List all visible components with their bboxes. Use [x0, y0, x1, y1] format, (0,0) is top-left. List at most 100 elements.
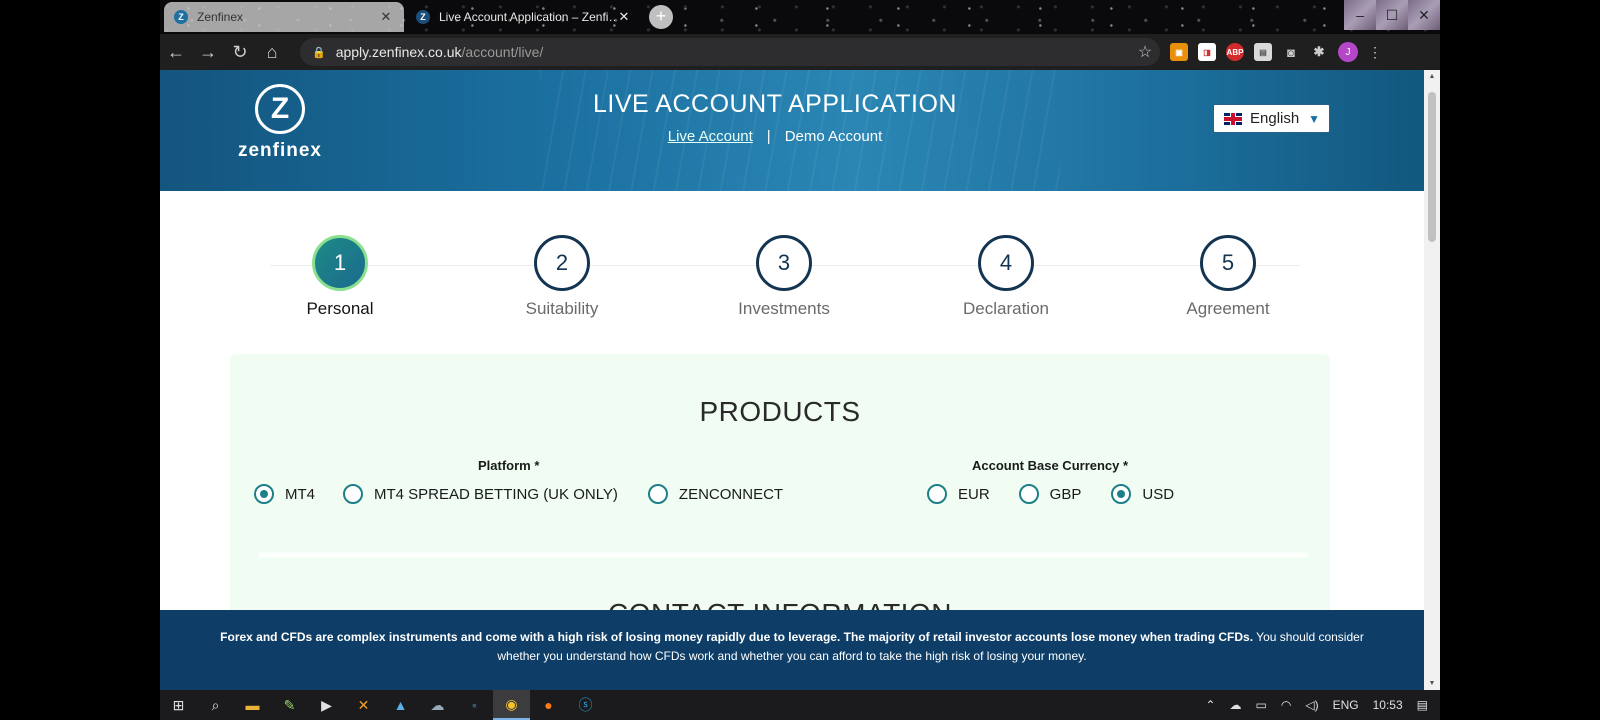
step-label: Agreement — [1186, 299, 1270, 318]
step-suitability[interactable]: 2 Suitability — [452, 235, 672, 319]
step-label: Suitability — [525, 299, 599, 318]
currency-option-eur[interactable]: EUR — [927, 484, 990, 504]
chrome-icon[interactable]: ◉ — [493, 690, 530, 720]
maximize-icon[interactable]: ☐ — [1376, 0, 1408, 30]
step-declaration[interactable]: 4 Declaration — [896, 235, 1116, 319]
profile-avatar[interactable]: J — [1338, 42, 1358, 62]
camera-extension-icon[interactable]: ◙ — [1282, 43, 1300, 61]
onedrive-icon[interactable]: ☁ — [1230, 698, 1242, 712]
system-tray: ⌃ ☁ ▭ ◠ ◁) ENG 10:53 ▤ — [1205, 698, 1440, 712]
lock-icon: 🔒 — [312, 46, 326, 59]
notifications-icon[interactable]: ▤ — [1417, 698, 1428, 712]
radio-label: MT4 SPREAD BETTING (UK ONLY) — [374, 485, 618, 503]
close-window-icon[interactable]: ✕ — [1408, 0, 1440, 30]
wifi-icon[interactable]: ◠ — [1281, 698, 1291, 712]
browser-tab-bar: Z Zenfinex ✕ Z Live Account Application … — [160, 0, 1440, 34]
tab-title: Live Account Application – Zenfi… — [439, 10, 616, 24]
uk-flag-icon — [1224, 112, 1242, 125]
input-language[interactable]: ENG — [1333, 698, 1359, 712]
radio-selected-icon[interactable] — [1111, 484, 1132, 504]
browser-menu-icon[interactable]: ⋮ — [1368, 44, 1382, 61]
platform-option-mt4[interactable]: MT4 — [254, 484, 315, 504]
windows-start-icon[interactable]: ⊞ — [160, 690, 197, 720]
radio-unselected-icon[interactable] — [1018, 484, 1039, 504]
step-agreement[interactable]: 5 Agreement — [1118, 235, 1338, 319]
page-scrollbar[interactable]: ▲ ▼ — [1424, 70, 1440, 690]
file-explorer-icon[interactable]: ▬ — [234, 690, 271, 720]
scroll-up-icon[interactable]: ▲ — [1424, 73, 1440, 80]
zenfinex-favicon-icon: Z — [174, 10, 188, 24]
back-icon[interactable]: ← — [160, 42, 192, 63]
firefox-icon[interactable]: ● — [530, 690, 567, 720]
live-account-link[interactable]: Live Account — [668, 128, 753, 145]
close-tab-icon[interactable]: ✕ — [378, 9, 394, 25]
demo-account-link[interactable]: Demo Account — [785, 128, 883, 145]
app-icon-generic[interactable]: ▪ — [456, 690, 493, 720]
minimize-icon[interactable]: – — [1344, 0, 1376, 30]
currency-option-gbp[interactable]: GBP — [1018, 484, 1082, 504]
radio-label: GBP — [1049, 485, 1082, 503]
step-number: 2 — [534, 235, 590, 291]
step-label: Investments — [738, 299, 830, 318]
clock-time[interactable]: 10:53 — [1373, 698, 1403, 712]
platform-option-zenconnect[interactable]: ZENCONNECT — [647, 484, 784, 504]
tray-chevron-up-icon[interactable]: ⌃ — [1205, 698, 1215, 712]
platform-label: Platform * — [478, 458, 540, 473]
forward-icon[interactable]: → — [192, 42, 224, 63]
tab-title: Zenfinex — [197, 10, 244, 24]
tab-live-account-application[interactable]: Z Live Account Application – Zenfi… ✕ — [406, 2, 642, 32]
url-text: apply.zenfinex.co.uk/account/live/ — [335, 44, 544, 60]
shopping-extension-icon[interactable]: ▣ — [1170, 43, 1188, 61]
currency-option-usd[interactable]: USD — [1111, 484, 1174, 504]
puzzle-extensions-icon[interactable]: ✱ — [1310, 43, 1328, 61]
new-tab-button[interactable]: + — [649, 5, 673, 29]
scrollbar-thumb[interactable] — [1428, 92, 1436, 242]
generic-extension-icon[interactable]: ▤ — [1254, 43, 1272, 61]
reload-icon[interactable]: ↻ — [224, 42, 256, 63]
radio-unselected-icon[interactable] — [647, 484, 668, 504]
radio-selected-icon[interactable] — [254, 484, 274, 504]
app-icon-cloud[interactable]: ☁ — [419, 690, 456, 720]
battery-icon[interactable]: ▭ — [1256, 698, 1267, 712]
platform-option-mt4-spread-betting[interactable]: MT4 SPREAD BETTING (UK ONLY) — [343, 484, 618, 504]
search-icon[interactable]: ⌕ — [197, 690, 234, 720]
skype-icon[interactable]: ⓢ — [567, 690, 604, 720]
chevron-down-icon: ▼ — [1308, 111, 1320, 126]
home-icon[interactable]: ⌂ — [256, 42, 288, 63]
zenfinex-favicon-icon: Z — [416, 10, 430, 24]
address-bar[interactable]: 🔒 apply.zenfinex.co.uk/account/live/ ☆ — [300, 38, 1160, 66]
step-number: 5 — [1200, 235, 1256, 291]
radio-unselected-icon[interactable] — [927, 484, 947, 504]
app-icon-paint[interactable]: ✎ — [271, 690, 308, 720]
app-icon-tools[interactable]: ✕ — [345, 690, 382, 720]
step-label: Personal — [306, 299, 374, 318]
browser-toolbar: ← → ↻ ⌂ 🔒 apply.zenfinex.co.uk/account/l… — [160, 34, 1440, 70]
scroll-down-icon[interactable]: ▼ — [1424, 680, 1440, 687]
logo-wordmark: zenfinex — [237, 140, 323, 161]
bookmark-star-icon[interactable]: ☆ — [1130, 42, 1160, 62]
close-tab-icon[interactable]: ✕ — [616, 9, 632, 25]
window-controls: – ☐ ✕ — [1344, 0, 1440, 30]
language-value: English — [1250, 110, 1300, 127]
radio-label: ZENCONNECT — [678, 485, 784, 503]
screen: Z Zenfinex ✕ Z Live Account Application … — [160, 0, 1440, 720]
extensions-area: ▣ ◨ ABP ▤ ◙ ✱ J ⋮ — [1170, 42, 1382, 62]
step-investments[interactable]: 3 Investments — [674, 235, 894, 319]
zenfinex-logo[interactable]: Z zenfinex — [230, 84, 330, 162]
app-icon-trading[interactable]: ▲ — [382, 690, 419, 720]
currency-label: Account Base Currency * — [972, 458, 1129, 473]
tab-zenfinex[interactable]: Z Zenfinex ✕ — [164, 2, 404, 32]
radio-unselected-icon[interactable] — [343, 484, 363, 504]
radio-label: MT4 — [285, 485, 315, 503]
app-icon-media[interactable]: ▶ — [308, 690, 345, 720]
adblock-extension-icon[interactable]: ABP — [1226, 43, 1244, 61]
volume-icon[interactable]: ◁) — [1305, 698, 1318, 712]
step-personal[interactable]: 1 Personal — [230, 235, 450, 319]
link-separator: | — [766, 128, 771, 145]
site-header: Z zenfinex LIVE ACCOUNT APPLICATION Live… — [160, 70, 1424, 191]
risk-warning-banner: Forex and CFDs are complex instruments a… — [160, 610, 1424, 690]
language-select[interactable]: English ▼ — [1213, 104, 1330, 133]
step-number: 1 — [312, 235, 368, 291]
pocket-extension-icon[interactable]: ◨ — [1198, 43, 1216, 61]
step-label: Declaration — [963, 299, 1049, 318]
